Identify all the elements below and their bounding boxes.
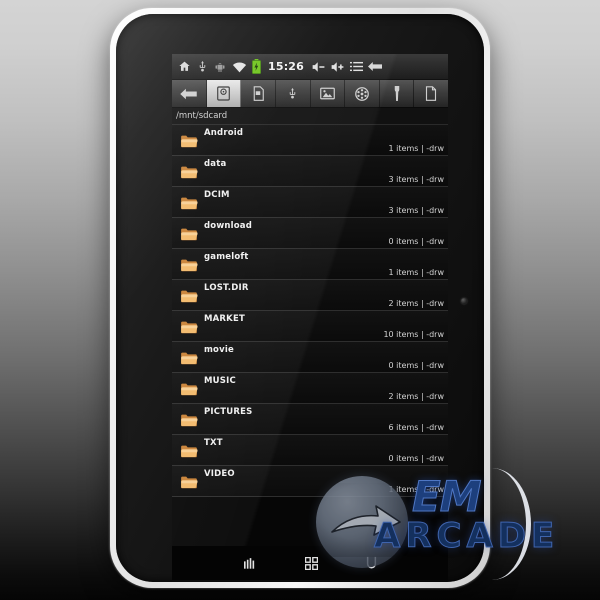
file-list[interactable]: Android 1 items | -drw data 3 items | -drw D… xyxy=(172,125,448,497)
file-meta: 1 items | -drw xyxy=(388,268,444,277)
file-row[interactable]: Android 1 items | -drw xyxy=(172,125,448,156)
file-name: LOST.DIR xyxy=(204,283,249,293)
folder-icon xyxy=(180,195,198,210)
folder-icon xyxy=(180,226,198,241)
tools-button[interactable] xyxy=(379,80,415,107)
menu-icon xyxy=(349,60,363,74)
android-robot-icon xyxy=(213,60,227,74)
file-name: gameloft xyxy=(204,252,249,262)
storage-button[interactable] xyxy=(206,80,242,107)
screenshot-stage: 15:26 /mnt/sdcard Android 1 items | -drw… xyxy=(0,0,600,600)
file-row[interactable]: VIDEO 1 items | -drw xyxy=(172,466,448,497)
sdcard-button[interactable] xyxy=(241,80,276,107)
file-row[interactable]: PICTURES 6 items | -drw xyxy=(172,404,448,435)
file-meta: 10 items | -drw xyxy=(383,330,444,339)
file-row[interactable]: movie 0 items | -drw xyxy=(172,342,448,373)
back-arrow-icon xyxy=(367,60,382,74)
file-name: data xyxy=(204,159,227,169)
file-meta: 0 items | -drw xyxy=(388,454,444,463)
folder-icon xyxy=(180,350,198,365)
app-grid-icon[interactable] xyxy=(304,556,318,570)
tablet-device: 15:26 /mnt/sdcard Android 1 items | -drw… xyxy=(110,8,490,588)
usb-button[interactable] xyxy=(275,80,311,107)
file-meta: 2 items | -drw xyxy=(388,299,444,308)
file-row[interactable]: download 0 items | -drw xyxy=(172,218,448,249)
app-toolbar xyxy=(172,80,448,108)
file-row[interactable]: data 3 items | -drw xyxy=(172,156,448,187)
pictures-button[interactable] xyxy=(310,80,346,107)
file-meta: 6 items | -drw xyxy=(388,423,444,432)
status-bar: 15:26 xyxy=(172,54,448,80)
folder-icon xyxy=(180,133,198,148)
documents-button[interactable] xyxy=(414,80,448,107)
file-name: MARKET xyxy=(204,314,245,324)
volume-down-icon xyxy=(311,60,326,74)
file-meta: 2 items | -drw xyxy=(388,392,444,401)
folder-icon xyxy=(180,443,198,458)
folder-icon xyxy=(180,164,198,179)
file-meta: 3 items | -drw xyxy=(388,206,444,215)
file-row[interactable]: gameloft 1 items | -drw xyxy=(172,249,448,280)
file-name: TXT xyxy=(204,438,223,448)
system-nav-bar xyxy=(172,546,448,580)
file-name: MUSIC xyxy=(204,376,236,386)
file-meta: 1 items | -drw xyxy=(388,144,444,153)
path-bar[interactable]: /mnt/sdcard xyxy=(172,108,448,125)
usb-icon xyxy=(195,60,209,74)
file-meta: 0 items | -drw xyxy=(388,237,444,246)
movies-button[interactable] xyxy=(345,80,380,107)
file-name: download xyxy=(204,221,253,231)
tablet-bezel: 15:26 /mnt/sdcard Android 1 items | -drw… xyxy=(116,14,484,582)
file-row[interactable]: LOST.DIR 2 items | -drw xyxy=(172,280,448,311)
tablet-screen: 15:26 /mnt/sdcard Android 1 items | -drw… xyxy=(172,54,448,546)
file-row[interactable]: DCIM 3 items | -drw xyxy=(172,187,448,218)
file-row[interactable]: TXT 0 items | -drw xyxy=(172,435,448,466)
status-bar-clock: 15:26 xyxy=(268,60,305,73)
folder-icon xyxy=(180,381,198,396)
file-name: DCIM xyxy=(204,190,230,200)
file-meta: 1 items | -drw xyxy=(388,485,444,494)
magnet-icon[interactable] xyxy=(366,556,377,570)
folder-icon xyxy=(180,319,198,334)
back-button[interactable] xyxy=(172,80,207,107)
file-row[interactable]: MARKET 10 items | -drw xyxy=(172,311,448,342)
file-name: movie xyxy=(204,345,234,355)
file-meta: 0 items | -drw xyxy=(388,361,444,370)
wifi-icon xyxy=(231,60,247,74)
front-camera-icon xyxy=(461,298,467,304)
file-name: VIDEO xyxy=(204,469,235,479)
file-name: Android xyxy=(204,128,244,138)
file-row[interactable]: MUSIC 2 items | -drw xyxy=(172,373,448,404)
folder-icon xyxy=(180,288,198,303)
signal-bars-icon[interactable] xyxy=(243,557,257,569)
folder-icon xyxy=(180,474,198,489)
folder-icon xyxy=(180,412,198,427)
battery-charging-icon xyxy=(251,59,261,74)
volume-up-icon xyxy=(330,60,345,74)
folder-icon xyxy=(180,257,198,272)
home-icon xyxy=(177,60,191,74)
file-name: PICTURES xyxy=(204,407,253,417)
file-meta: 3 items | -drw xyxy=(388,175,444,184)
